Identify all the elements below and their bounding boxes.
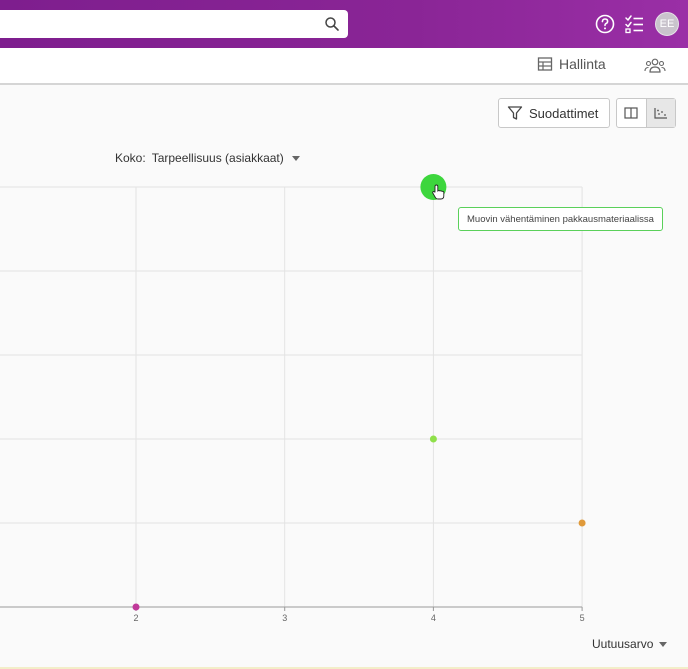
search-input[interactable] <box>0 10 348 38</box>
scatter-view-button[interactable] <box>645 99 675 127</box>
people-icon[interactable] <box>644 57 666 75</box>
x-tick-label: 3 <box>282 613 287 623</box>
size-select[interactable]: Koko: Tarpeellisuus (asiakkaat) <box>115 151 300 165</box>
search-field[interactable] <box>0 10 310 38</box>
top-bar: EE <box>0 0 688 48</box>
help-icon[interactable] <box>593 12 617 36</box>
x-axis-select[interactable]: Uutuusarvo <box>592 637 668 651</box>
admin-table-icon <box>537 57 553 71</box>
search-icon[interactable] <box>324 16 340 32</box>
x-tick-label: 4 <box>431 613 436 623</box>
x-tick-label: 5 <box>580 613 585 623</box>
checklist-icon[interactable] <box>623 12 647 36</box>
filter-icon <box>507 106 523 120</box>
chart-points <box>132 174 586 611</box>
filters-label: Suodattimet <box>529 105 599 121</box>
point-tooltip: Muovin vähentäminen pakkausmateriaalissa <box>458 207 663 231</box>
size-value: Tarpeellisuus (asiakkaat) <box>151 151 284 165</box>
x-axis-value: Uutuusarvo <box>592 637 654 651</box>
size-label: Koko: <box>115 151 146 165</box>
sub-bar: Hallinta <box>0 48 688 85</box>
columns-view-button[interactable] <box>617 99 646 127</box>
x-axis: 2 3 4 5 <box>0 606 585 623</box>
filters-button[interactable]: Suodattimet <box>498 98 610 128</box>
data-point[interactable] <box>578 519 586 527</box>
view-toggle <box>616 98 676 128</box>
tooltip-text: Muovin vähentäminen pakkausmateriaalissa <box>467 213 654 225</box>
columns-view-icon <box>624 107 639 119</box>
chevron-down-icon <box>659 641 668 647</box>
data-point[interactable] <box>429 435 437 443</box>
data-point[interactable] <box>132 603 140 611</box>
admin-link[interactable]: Hallinta <box>537 56 606 72</box>
avatar[interactable]: EE <box>655 12 679 36</box>
admin-label: Hallinta <box>559 56 606 72</box>
chart-grid <box>0 186 583 607</box>
chevron-down-icon <box>291 155 300 161</box>
scatter-view-icon <box>654 108 667 119</box>
x-tick-label: 2 <box>133 613 138 623</box>
